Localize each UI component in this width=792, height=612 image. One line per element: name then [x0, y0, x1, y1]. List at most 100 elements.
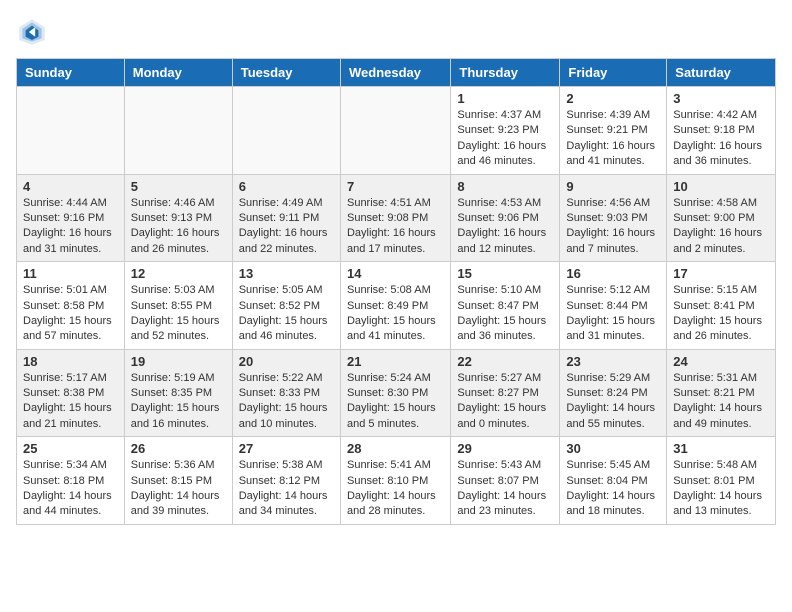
day-info: Sunrise: 5:29 AM Sunset: 8:24 PM Dayligh…	[566, 371, 660, 433]
day-number: 31	[673, 441, 769, 456]
calendar-cell: 21 Sunrise: 5:24 AM Sunset: 8:30 PM Dayli…	[340, 349, 450, 437]
weekday-header-friday: Friday	[560, 59, 667, 87]
day-number: 3	[673, 91, 769, 106]
day-info: Sunrise: 4:49 AM Sunset: 9:11 PM Dayligh…	[239, 196, 334, 258]
day-number: 8	[457, 179, 553, 194]
day-info: Sunrise: 5:12 AM Sunset: 8:44 PM Dayligh…	[566, 283, 660, 345]
day-info: Sunrise: 5:19 AM Sunset: 8:35 PM Dayligh…	[131, 371, 226, 433]
weekday-header-thursday: Thursday	[451, 59, 560, 87]
day-info: Sunrise: 4:58 AM Sunset: 9:00 PM Dayligh…	[673, 196, 769, 258]
day-info: Sunrise: 5:10 AM Sunset: 8:47 PM Dayligh…	[457, 283, 553, 345]
weekday-header-wednesday: Wednesday	[340, 59, 450, 87]
day-info: Sunrise: 5:15 AM Sunset: 8:41 PM Dayligh…	[673, 283, 769, 345]
day-number: 4	[23, 179, 118, 194]
calendar-week-1: 1 Sunrise: 4:37 AM Sunset: 9:23 PM Daylig…	[17, 87, 776, 175]
weekday-header-sunday: Sunday	[17, 59, 125, 87]
day-number: 11	[23, 266, 118, 281]
calendar-cell: 8 Sunrise: 4:53 AM Sunset: 9:06 PM Daylig…	[451, 174, 560, 262]
day-number: 22	[457, 354, 553, 369]
day-info: Sunrise: 4:44 AM Sunset: 9:16 PM Dayligh…	[23, 196, 118, 258]
calendar-cell: 29 Sunrise: 5:43 AM Sunset: 8:07 PM Dayli…	[451, 437, 560, 525]
calendar-cell: 9 Sunrise: 4:56 AM Sunset: 9:03 PM Daylig…	[560, 174, 667, 262]
day-info: Sunrise: 4:56 AM Sunset: 9:03 PM Dayligh…	[566, 196, 660, 258]
day-info: Sunrise: 4:39 AM Sunset: 9:21 PM Dayligh…	[566, 108, 660, 170]
calendar-cell: 17Sunrise: 5:15 AM Sunset: 8:41 PM Dayli…	[667, 262, 776, 350]
day-number: 10	[673, 179, 769, 194]
day-info: Sunrise: 5:34 AM Sunset: 8:18 PM Dayligh…	[23, 458, 118, 520]
calendar-cell: 7 Sunrise: 4:51 AM Sunset: 9:08 PM Daylig…	[340, 174, 450, 262]
calendar-cell: 1 Sunrise: 4:37 AM Sunset: 9:23 PM Daylig…	[451, 87, 560, 175]
day-info: Sunrise: 5:31 AM Sunset: 8:21 PM Dayligh…	[673, 371, 769, 433]
day-number: 23	[566, 354, 660, 369]
day-number: 6	[239, 179, 334, 194]
calendar-week-2: 4 Sunrise: 4:44 AM Sunset: 9:16 PM Daylig…	[17, 174, 776, 262]
calendar-cell: 20 Sunrise: 5:22 AM Sunset: 8:33 PM Dayli…	[232, 349, 340, 437]
calendar-cell: 11Sunrise: 5:01 AM Sunset: 8:58 PM Dayli…	[17, 262, 125, 350]
calendar-cell: 14Sunrise: 5:08 AM Sunset: 8:49 PM Dayli…	[340, 262, 450, 350]
day-info: Sunrise: 4:46 AM Sunset: 9:13 PM Dayligh…	[131, 196, 226, 258]
day-info: Sunrise: 5:38 AM Sunset: 8:12 PM Dayligh…	[239, 458, 334, 520]
day-info: Sunrise: 5:36 AM Sunset: 8:15 PM Dayligh…	[131, 458, 226, 520]
calendar-cell: 5 Sunrise: 4:46 AM Sunset: 9:13 PM Daylig…	[124, 174, 232, 262]
day-info: Sunrise: 5:05 AM Sunset: 8:52 PM Dayligh…	[239, 283, 334, 345]
day-info: Sunrise: 5:43 AM Sunset: 8:07 PM Dayligh…	[457, 458, 553, 520]
calendar-cell: 24 Sunrise: 5:31 AM Sunset: 8:21 PM Dayli…	[667, 349, 776, 437]
weekday-header-row: SundayMondayTuesdayWednesdayThursdayFrid…	[17, 59, 776, 87]
calendar-week-4: 18 Sunrise: 5:17 AM Sunset: 8:38 PM Dayli…	[17, 349, 776, 437]
calendar-week-3: 11Sunrise: 5:01 AM Sunset: 8:58 PM Dayli…	[17, 262, 776, 350]
calendar-cell: 16Sunrise: 5:12 AM Sunset: 8:44 PM Dayli…	[560, 262, 667, 350]
calendar-table: SundayMondayTuesdayWednesdayThursdayFrid…	[16, 58, 776, 525]
day-number: 15	[457, 266, 553, 281]
calendar-cell: 22Sunrise: 5:27 AM Sunset: 8:27 PM Dayli…	[451, 349, 560, 437]
calendar-cell: 19 Sunrise: 5:19 AM Sunset: 8:35 PM Dayli…	[124, 349, 232, 437]
day-info: Sunrise: 5:22 AM Sunset: 8:33 PM Dayligh…	[239, 371, 334, 433]
day-number: 21	[347, 354, 444, 369]
calendar-cell: 3Sunrise: 4:42 AM Sunset: 9:18 PM Daylig…	[667, 87, 776, 175]
day-number: 5	[131, 179, 226, 194]
day-number: 28	[347, 441, 444, 456]
day-info: Sunrise: 4:51 AM Sunset: 9:08 PM Dayligh…	[347, 196, 444, 258]
day-number: 24	[673, 354, 769, 369]
calendar-cell	[232, 87, 340, 175]
day-number: 27	[239, 441, 334, 456]
day-info: Sunrise: 5:08 AM Sunset: 8:49 PM Dayligh…	[347, 283, 444, 345]
calendar-cell: 4 Sunrise: 4:44 AM Sunset: 9:16 PM Daylig…	[17, 174, 125, 262]
day-number: 13	[239, 266, 334, 281]
page-header	[16, 16, 776, 48]
day-info: Sunrise: 4:53 AM Sunset: 9:06 PM Dayligh…	[457, 196, 553, 258]
calendar-cell: 23 Sunrise: 5:29 AM Sunset: 8:24 PM Dayli…	[560, 349, 667, 437]
logo	[16, 16, 52, 48]
day-number: 19	[131, 354, 226, 369]
calendar-cell: 26 Sunrise: 5:36 AM Sunset: 8:15 PM Dayli…	[124, 437, 232, 525]
day-info: Sunrise: 5:24 AM Sunset: 8:30 PM Dayligh…	[347, 371, 444, 433]
day-number: 2	[566, 91, 660, 106]
day-number: 30	[566, 441, 660, 456]
weekday-header-monday: Monday	[124, 59, 232, 87]
day-info: Sunrise: 4:37 AM Sunset: 9:23 PM Dayligh…	[457, 108, 553, 170]
calendar-cell: 10 Sunrise: 4:58 AM Sunset: 9:00 PM Dayli…	[667, 174, 776, 262]
calendar-cell: 2 Sunrise: 4:39 AM Sunset: 9:21 PM Daylig…	[560, 87, 667, 175]
calendar-cell: 12Sunrise: 5:03 AM Sunset: 8:55 PM Dayli…	[124, 262, 232, 350]
day-number: 9	[566, 179, 660, 194]
calendar-cell: 27 Sunrise: 5:38 AM Sunset: 8:12 PM Dayli…	[232, 437, 340, 525]
calendar-cell: 30Sunrise: 5:45 AM Sunset: 8:04 PM Dayli…	[560, 437, 667, 525]
day-info: Sunrise: 5:03 AM Sunset: 8:55 PM Dayligh…	[131, 283, 226, 345]
calendar-cell: 6 Sunrise: 4:49 AM Sunset: 9:11 PM Daylig…	[232, 174, 340, 262]
day-number: 20	[239, 354, 334, 369]
day-number: 18	[23, 354, 118, 369]
calendar-week-5: 25Sunrise: 5:34 AM Sunset: 8:18 PM Dayli…	[17, 437, 776, 525]
day-number: 1	[457, 91, 553, 106]
calendar-cell	[17, 87, 125, 175]
day-info: Sunrise: 5:17 AM Sunset: 8:38 PM Dayligh…	[23, 371, 118, 433]
day-number: 7	[347, 179, 444, 194]
day-number: 26	[131, 441, 226, 456]
weekday-header-tuesday: Tuesday	[232, 59, 340, 87]
day-info: Sunrise: 5:41 AM Sunset: 8:10 PM Dayligh…	[347, 458, 444, 520]
calendar-cell: 18 Sunrise: 5:17 AM Sunset: 8:38 PM Dayli…	[17, 349, 125, 437]
calendar-cell: 15 Sunrise: 5:10 AM Sunset: 8:47 PM Dayli…	[451, 262, 560, 350]
logo-icon	[16, 16, 48, 48]
day-number: 29	[457, 441, 553, 456]
calendar-cell: 31Sunrise: 5:48 AM Sunset: 8:01 PM Dayli…	[667, 437, 776, 525]
weekday-header-saturday: Saturday	[667, 59, 776, 87]
calendar-cell	[124, 87, 232, 175]
